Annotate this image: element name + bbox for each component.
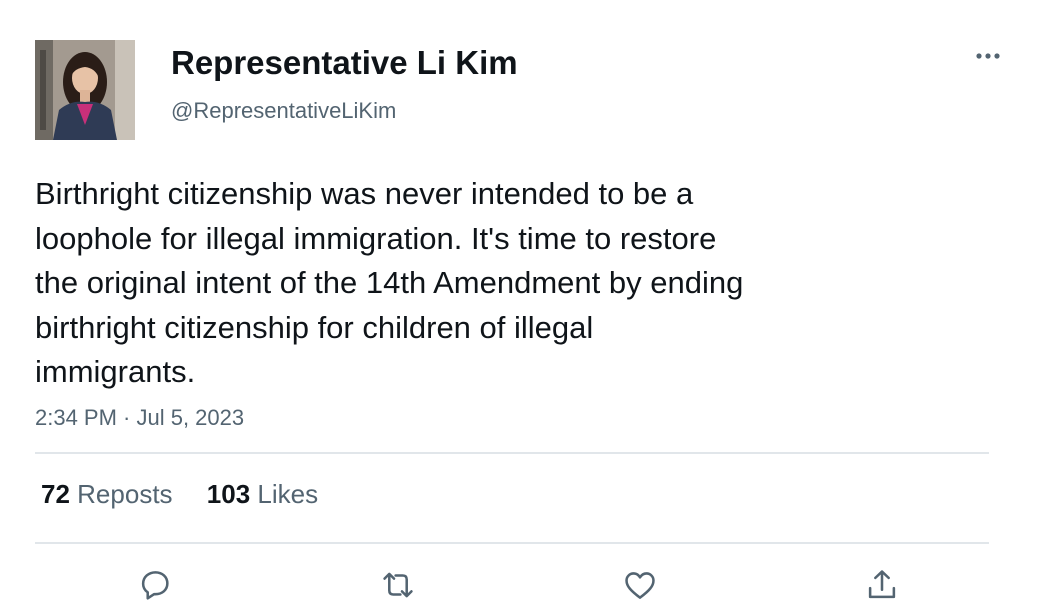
- avatar[interactable]: [35, 40, 135, 140]
- share-icon: [868, 570, 896, 599]
- tweet-line: the original intent of the 14th Amendmen…: [35, 265, 744, 300]
- reply-button[interactable]: [136, 566, 174, 604]
- reposts-stat[interactable]: 72 Reposts: [41, 478, 173, 510]
- divider: [35, 452, 989, 454]
- repost-button[interactable]: [379, 566, 417, 604]
- reply-icon: [141, 571, 169, 600]
- reposts-count: 72: [41, 479, 70, 509]
- repost-icon: [383, 572, 413, 598]
- more-dots-icon: [976, 53, 1000, 59]
- divider: [35, 542, 989, 544]
- like-icon: [625, 572, 655, 599]
- display-name[interactable]: Representative Li Kim: [171, 43, 518, 83]
- tweet-line: immigrants.: [35, 354, 196, 389]
- user-handle[interactable]: @RepresentativeLiKim: [171, 97, 396, 125]
- tweet-line: loophole for illegal immigration. It's t…: [35, 220, 717, 256]
- likes-stat[interactable]: 103 Likes: [207, 478, 318, 510]
- tweet-line: birthright citizenship for children of i…: [35, 309, 594, 345]
- tweet-line: Birthright citizenship was never intende…: [35, 176, 694, 211]
- tweet-timestamp[interactable]: 2:34 PM · Jul 5, 2023: [35, 404, 244, 432]
- likes-count: 103: [206, 479, 251, 509]
- engagement-stats: 72 Reposts 103 Likes: [41, 478, 345, 510]
- likes-label: Likes: [257, 479, 319, 509]
- more-options-button[interactable]: [970, 44, 1006, 68]
- tweet-text: Birthright citizenship was never intende…: [35, 172, 865, 395]
- share-button[interactable]: [863, 566, 901, 604]
- reposts-label: Reposts: [77, 479, 173, 509]
- avatar-photo-icon: [35, 40, 135, 140]
- like-button[interactable]: [621, 566, 659, 604]
